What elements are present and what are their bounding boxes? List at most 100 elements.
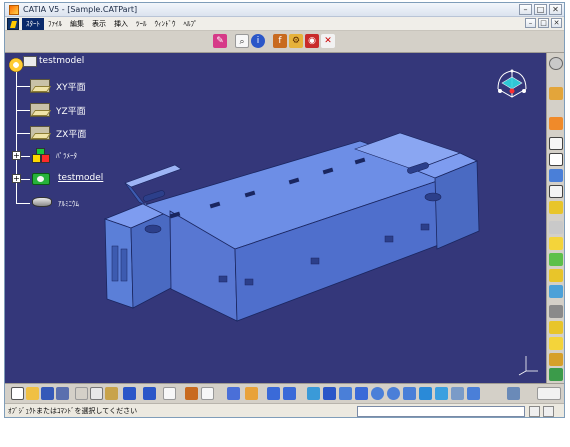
part-body-icon[interactable] <box>32 171 52 185</box>
new-icon[interactable] <box>11 387 24 400</box>
redo-icon[interactable] <box>143 387 156 400</box>
thickness-icon[interactable] <box>549 305 563 318</box>
formula-icon[interactable] <box>185 387 198 400</box>
print-icon[interactable] <box>56 387 69 400</box>
tree-plane-zx[interactable]: ZX平面 <box>56 127 86 140</box>
comment-icon[interactable] <box>201 387 214 400</box>
pan-icon[interactable] <box>339 387 352 400</box>
document-icon[interactable] <box>7 17 19 30</box>
expand-parameters-button[interactable]: + <box>12 151 21 160</box>
views-icon[interactable] <box>419 387 432 400</box>
normal-view-icon[interactable] <box>403 387 416 400</box>
doc-restore-button[interactable]: □ <box>538 18 549 28</box>
zoom-out-icon[interactable] <box>387 387 400 400</box>
render-icon[interactable] <box>435 387 448 400</box>
pad-icon[interactable] <box>549 87 563 100</box>
shaft-icon[interactable] <box>549 137 563 150</box>
model-window <box>218 275 228 283</box>
tree-part-body[interactable]: testmodel <box>58 173 103 183</box>
hide-icon[interactable] <box>283 387 296 400</box>
close-button[interactable]: ✕ <box>549 4 562 15</box>
thread-icon[interactable] <box>549 321 563 334</box>
model-window <box>310 257 320 265</box>
hole-icon[interactable] <box>549 169 563 182</box>
sketcher-icon[interactable]: ✎ <box>213 34 227 48</box>
menu-edit[interactable]: 編集 <box>66 18 88 30</box>
solid-icon[interactable] <box>549 337 563 350</box>
table-icon[interactable] <box>227 387 240 400</box>
copy-icon[interactable] <box>90 387 103 400</box>
doc-minimize-button[interactable]: – <box>525 18 536 28</box>
draft-icon[interactable] <box>549 269 563 282</box>
material-icon[interactable] <box>32 197 52 207</box>
menu-start[interactable]: ｽﾀｰﾄ <box>22 17 44 30</box>
plane-icon[interactable] <box>30 126 50 140</box>
paste-icon[interactable] <box>105 387 118 400</box>
part-document-icon <box>23 56 37 67</box>
groove-icon[interactable] <box>549 153 563 166</box>
command-ok-button[interactable] <box>529 406 540 417</box>
tree-material[interactable]: ｱﾙﾐﾆｳﾑ <box>58 199 79 209</box>
formula-icon[interactable]: ⚙ <box>289 34 303 48</box>
save-icon[interactable] <box>41 387 54 400</box>
3d-viewport[interactable]: testmodel XY平面 YZ平面 ZX平面 + ﾊﾟﾗﾒｰﾀ + test… <box>5 53 548 383</box>
shell-icon[interactable] <box>549 285 563 298</box>
doc-close-button[interactable]: ✕ <box>551 18 562 28</box>
command-cancel-button[interactable] <box>543 406 554 417</box>
parameters-icon[interactable] <box>32 148 52 164</box>
top-toolbar: ✎ ⌕ i f ⚙ ◉ ✕ <box>5 31 564 53</box>
part-gear-icon[interactable] <box>9 58 23 72</box>
plane-icon[interactable] <box>30 103 50 117</box>
plane-icon[interactable] <box>30 79 50 93</box>
search-icon[interactable]: ⌕ <box>235 34 249 48</box>
model-window <box>244 278 254 286</box>
tree-plane-yz[interactable]: YZ平面 <box>56 104 86 117</box>
pocket-icon[interactable] <box>549 117 563 130</box>
command-input[interactable] <box>357 406 525 417</box>
tool-icon[interactable]: ✕ <box>321 34 335 48</box>
zoom-in-icon[interactable] <box>371 387 384 400</box>
undo-icon[interactable] <box>123 387 136 400</box>
status-bar: ｵﾌﾞｼﾞｪｸﾄまたはｺﾏﾝﾄﾞを選択してください <box>5 403 564 417</box>
sketch-icon[interactable] <box>549 57 563 70</box>
maximize-button[interactable]: □ <box>534 4 547 15</box>
tree-plane-xy[interactable]: XY平面 <box>56 80 86 93</box>
hide-show-icon[interactable] <box>451 387 464 400</box>
rotate-icon[interactable] <box>355 387 368 400</box>
axis-indicator <box>518 356 538 376</box>
apply-material-icon[interactable] <box>507 387 520 400</box>
stiffener-icon[interactable] <box>549 221 563 234</box>
model-detail <box>111 245 119 282</box>
whats-this-icon[interactable] <box>163 387 176 400</box>
cut-icon[interactable] <box>75 387 88 400</box>
fillet-icon[interactable] <box>549 237 563 250</box>
info-icon[interactable]: i <box>251 34 265 48</box>
tree-parameters[interactable]: ﾊﾟﾗﾒｰﾀ <box>56 151 77 161</box>
tree-root-label[interactable]: testmodel <box>39 56 84 66</box>
menu-view[interactable]: 表示 <box>88 18 110 30</box>
measure-icon[interactable] <box>549 368 563 381</box>
minimize-button[interactable]: – <box>519 4 532 15</box>
chamfer-icon[interactable] <box>549 253 563 266</box>
knowledge-icon[interactable]: f <box>273 34 287 48</box>
select-icon[interactable] <box>267 387 280 400</box>
fit-all-icon[interactable] <box>323 387 336 400</box>
menu-tools[interactable]: ﾂｰﾙ <box>132 18 151 30</box>
expand-body-button[interactable]: + <box>12 174 21 183</box>
axis-icon[interactable] <box>245 387 258 400</box>
rib-icon[interactable] <box>549 185 563 198</box>
menu-insert[interactable]: 挿入 <box>110 18 132 30</box>
compass-widget[interactable] <box>492 67 532 105</box>
open-icon[interactable] <box>26 387 39 400</box>
model-hole <box>144 224 162 234</box>
catalog-icon[interactable]: ◉ <box>305 34 319 48</box>
menu-file[interactable]: ﾌｧｲﾙ <box>44 18 66 30</box>
cube-icon[interactable] <box>549 353 563 366</box>
swap-icon[interactable] <box>467 387 480 400</box>
menu-window[interactable]: ｳｨﾝﾄﾞｳ <box>151 18 180 30</box>
slot-icon[interactable] <box>549 201 563 214</box>
fly-icon[interactable] <box>307 387 320 400</box>
bottom-toolbar <box>5 383 564 403</box>
model-detail <box>120 248 128 282</box>
menu-help[interactable]: ﾍﾙﾌﾟ <box>180 18 202 30</box>
